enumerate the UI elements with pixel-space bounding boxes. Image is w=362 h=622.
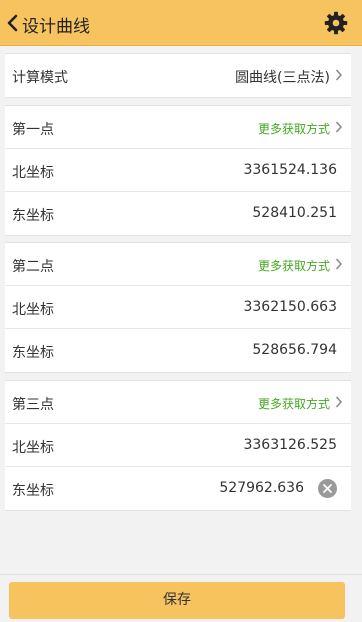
- calc-mode-label: 计算模式: [12, 70, 68, 86]
- point-3-east-row[interactable]: 东坐标 527962.636: [5, 467, 351, 510]
- chevron-right-icon[interactable]: [335, 257, 343, 271]
- point-3-north-value[interactable]: 3363126.525: [243, 437, 337, 453]
- point-1-header: 第一点 更多获取方式: [5, 106, 351, 149]
- east-label: 东坐标: [12, 208, 54, 224]
- north-label: 北坐标: [12, 165, 54, 181]
- point-2-more-link[interactable]: 更多获取方式: [258, 257, 330, 274]
- point-3-title: 第三点: [12, 397, 54, 413]
- point-2-header: 第二点 更多获取方式: [5, 243, 351, 286]
- north-label: 北坐标: [12, 440, 54, 456]
- point-2-east-row[interactable]: 东坐标 528656.794: [5, 329, 351, 372]
- footer-bar: 保存: [0, 574, 362, 622]
- calc-mode-value: 圆曲线(三点法): [235, 70, 330, 86]
- point-1-east-row[interactable]: 东坐标 528410.251: [5, 192, 351, 235]
- point-1-north-value[interactable]: 3361524.136: [243, 162, 337, 178]
- point-2-north-row[interactable]: 北坐标 3362150.663: [5, 286, 351, 329]
- point-2-title: 第二点: [12, 259, 54, 275]
- mode-group: 计算模式 圆曲线(三点法): [5, 53, 351, 98]
- point-1-title: 第一点: [12, 122, 54, 138]
- chevron-right-icon: [335, 69, 343, 81]
- point-1-east-value[interactable]: 528410.251: [252, 205, 337, 221]
- point-1-more-link[interactable]: 更多获取方式: [258, 120, 330, 137]
- chevron-right-icon[interactable]: [335, 120, 343, 134]
- save-button[interactable]: 保存: [9, 582, 345, 619]
- point-3-more-link[interactable]: 更多获取方式: [258, 395, 330, 412]
- point-3-east-input[interactable]: 527962.636: [219, 480, 304, 496]
- page-title: 设计曲线: [22, 17, 90, 37]
- gear-icon[interactable]: [324, 11, 348, 35]
- app-header: 设计曲线: [0, 0, 362, 46]
- point-2-north-value[interactable]: 3362150.663: [243, 299, 337, 315]
- point-2-group: 第二点 更多获取方式 北坐标 3362150.663 东坐标 528656.79…: [5, 242, 351, 373]
- chevron-left-icon[interactable]: [6, 14, 20, 32]
- point-3-header: 第三点 更多获取方式: [5, 381, 351, 424]
- point-1-north-row[interactable]: 北坐标 3361524.136: [5, 149, 351, 192]
- point-1-group: 第一点 更多获取方式 北坐标 3361524.136 东坐标 528410.25…: [5, 105, 351, 236]
- east-label: 东坐标: [12, 345, 54, 361]
- point-2-east-value[interactable]: 528656.794: [252, 342, 337, 358]
- clear-input-icon[interactable]: [318, 479, 337, 498]
- east-label: 东坐标: [12, 483, 54, 499]
- calc-mode-row[interactable]: 计算模式 圆曲线(三点法): [5, 54, 351, 97]
- point-3-north-row[interactable]: 北坐标 3363126.525: [5, 424, 351, 467]
- north-label: 北坐标: [12, 302, 54, 318]
- chevron-right-icon[interactable]: [335, 395, 343, 409]
- point-3-group: 第三点 更多获取方式 北坐标 3363126.525 东坐标 527962.63…: [5, 380, 351, 511]
